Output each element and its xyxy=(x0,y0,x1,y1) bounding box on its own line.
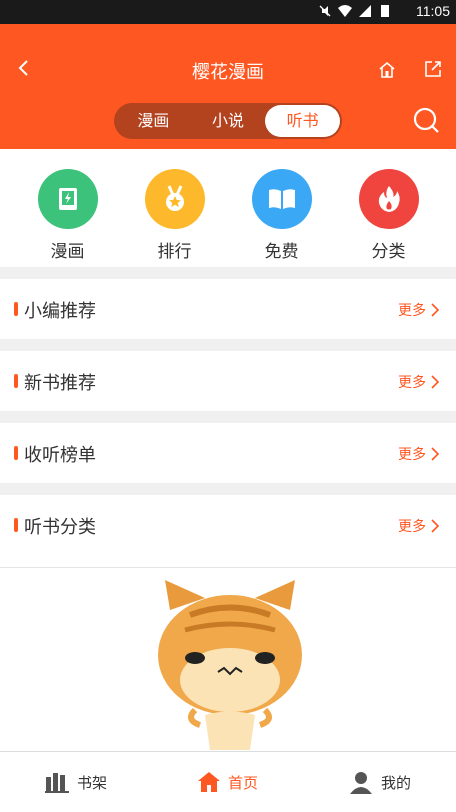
more-label: 更多 xyxy=(398,447,426,463)
more-link[interactable]: 更多 xyxy=(398,372,440,392)
divider xyxy=(0,339,456,351)
divider xyxy=(0,411,456,423)
category-classify[interactable]: 分类 xyxy=(335,149,442,267)
nav-bookshelf[interactable]: 书架 xyxy=(0,752,152,812)
section-editor-picks: 小编推荐 更多 xyxy=(0,279,456,339)
section-title: 收听榜单 xyxy=(24,445,96,466)
battery-icon xyxy=(381,5,389,17)
bottom-nav: 书架 首页 我的 xyxy=(0,751,456,812)
user-icon xyxy=(349,772,372,794)
tab-comic[interactable]: 漫画 xyxy=(116,105,191,137)
category-comic[interactable]: 漫画 xyxy=(14,149,121,267)
more-label: 更多 xyxy=(398,375,426,391)
status-bar: 11:05 xyxy=(0,0,456,24)
nav-label: 首页 xyxy=(227,773,258,792)
chevron-right-icon xyxy=(431,375,440,389)
chevron-right-icon xyxy=(431,447,440,461)
chevron-right-icon xyxy=(431,303,440,317)
nav-label: 书架 xyxy=(76,773,107,792)
category-label: 漫画 xyxy=(50,242,85,262)
category-label: 分类 xyxy=(371,242,406,262)
section-audiobook-categories: 听书分类 更多 xyxy=(0,495,456,568)
share-icon[interactable] xyxy=(424,60,442,78)
mute-icon xyxy=(319,5,331,17)
section-title: 听书分类 xyxy=(24,517,96,538)
section-title: 小编推荐 xyxy=(24,301,96,322)
category-grid: 漫画 排行 免费 分类 xyxy=(0,149,456,267)
header: 樱花漫画 漫画 小说 听书 xyxy=(0,24,456,149)
search-icon[interactable] xyxy=(412,106,440,134)
cat-mascot-image xyxy=(158,580,302,750)
bookshelf-icon xyxy=(44,773,69,793)
section-marker xyxy=(14,446,18,460)
category-ranking[interactable]: 排行 xyxy=(121,149,228,267)
content-tabs: 漫画 小说 听书 xyxy=(114,103,342,139)
medal-icon xyxy=(144,169,205,229)
comic-book-icon xyxy=(37,169,98,229)
category-label: 免费 xyxy=(264,242,299,262)
category-label: 排行 xyxy=(157,242,192,262)
category-free[interactable]: 免费 xyxy=(228,149,335,267)
status-time: 11:05 xyxy=(416,3,450,19)
tab-audiobook[interactable]: 听书 xyxy=(265,105,341,137)
signal-icon xyxy=(359,5,371,17)
section-title: 新书推荐 xyxy=(24,373,96,394)
more-link[interactable]: 更多 xyxy=(398,444,440,464)
flame-icon xyxy=(358,169,419,229)
open-book-icon xyxy=(251,169,312,229)
chevron-right-icon xyxy=(431,519,440,533)
nav-label: 我的 xyxy=(380,773,411,792)
more-link[interactable]: 更多 xyxy=(398,516,440,536)
more-link[interactable]: 更多 xyxy=(398,300,440,320)
more-label: 更多 xyxy=(398,519,426,535)
section-marker xyxy=(14,518,18,532)
wifi-icon xyxy=(338,5,352,17)
section-marker xyxy=(14,302,18,316)
section-new-books: 新书推荐 更多 xyxy=(0,351,456,411)
home-icon[interactable] xyxy=(377,60,397,80)
nav-home[interactable]: 首页 xyxy=(152,752,304,812)
nav-profile[interactable]: 我的 xyxy=(304,752,456,812)
divider xyxy=(0,483,456,495)
more-label: 更多 xyxy=(398,303,426,319)
section-listening-chart: 收听榜单 更多 xyxy=(0,423,456,483)
status-icons xyxy=(318,4,392,18)
section-marker xyxy=(14,374,18,388)
divider xyxy=(0,267,456,279)
tab-novel[interactable]: 小说 xyxy=(191,105,266,137)
home-icon xyxy=(197,772,220,792)
